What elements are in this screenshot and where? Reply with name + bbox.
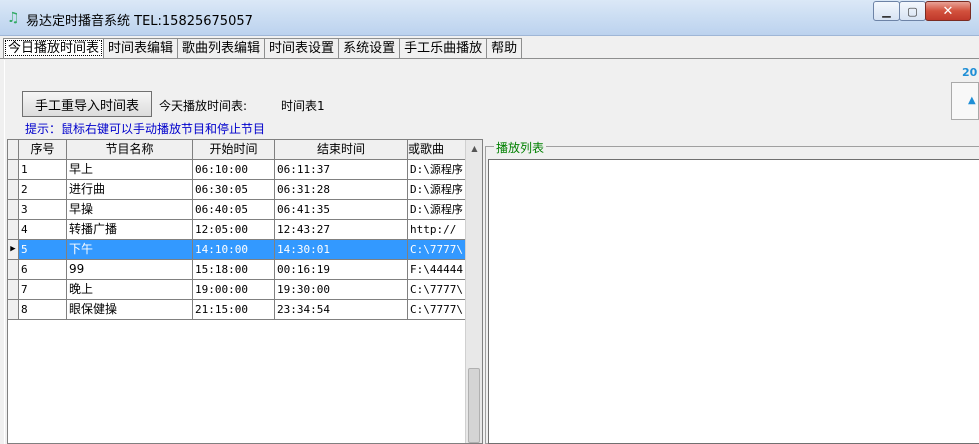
cell-number: 8 <box>19 300 67 320</box>
schedule-grid[interactable]: 序号 节目名称 开始时间 结束时间 或歌曲 1 早上 06:10:00 06:1… <box>7 139 483 444</box>
tab-help[interactable]: 帮助 <box>486 38 523 58</box>
cell-start: 06:30:05 <box>193 180 275 200</box>
cell-name: 早上 <box>67 160 193 180</box>
reimport-schedule-button[interactable]: 手工重导入时间表 <box>22 91 152 117</box>
maximize-icon: ▢ <box>907 4 918 18</box>
cell-start: 15:18:00 <box>193 260 275 280</box>
cell-end: 06:41:35 <box>275 200 408 220</box>
tab-bar: 今日播放时间表 时间表编辑 歌曲列表编辑 时间表设置 系统设置 手工乐曲播放 帮… <box>0 36 979 59</box>
table-row[interactable]: 6 99 15:18:00 00:16:19 F:\44444 <box>8 260 466 280</box>
table-row[interactable]: 4 转播广播 12:05:00 12:43:27 http:// <box>8 220 466 240</box>
cell-end: 23:34:54 <box>275 300 408 320</box>
tab-today-schedule[interactable]: 今日播放时间表 <box>3 38 105 58</box>
cell-path: D:\源程序 <box>408 160 466 180</box>
today-schedule-label: 今天播放时间表: <box>159 99 248 113</box>
cell-path: D:\源程序 <box>408 180 466 200</box>
cell-name: 进行曲 <box>67 180 193 200</box>
row-indicator <box>8 220 19 240</box>
arrow-up-icon: ▲ <box>968 95 976 106</box>
speaker-icon: ♫ <box>7 10 20 26</box>
cell-path: C:\7777\ <box>408 300 466 320</box>
cell-start: 19:00:00 <box>193 280 275 300</box>
grid-vertical-scrollbar[interactable]: ▲ <box>465 140 482 443</box>
row-indicator <box>8 300 19 320</box>
row-indicator <box>8 160 19 180</box>
column-header-end[interactable]: 结束时间 <box>275 140 408 160</box>
cell-start: 14:10:00 <box>193 240 275 260</box>
table-row[interactable]: 1 早上 06:10:00 06:11:37 D:\源程序 <box>8 160 466 180</box>
playlist-listbox[interactable] <box>488 159 979 444</box>
scrollbar-thumb[interactable] <box>468 368 480 443</box>
tab-manual-play[interactable]: 手工乐曲播放 <box>399 38 488 58</box>
table-row[interactable]: 7 晚上 19:00:00 19:30:00 C:\7777\ <box>8 280 466 300</box>
cell-path: F:\44444 <box>408 260 466 280</box>
corner-number: 20 <box>962 66 978 79</box>
tab-song-list-edit[interactable]: 歌曲列表编辑 <box>177 38 266 58</box>
window-controls: ▁ ▢ ✕ <box>873 1 971 21</box>
cell-end: 19:30:00 <box>275 280 408 300</box>
column-header-start[interactable]: 开始时间 <box>193 140 275 160</box>
minimize-icon: ▁ <box>882 4 891 18</box>
cell-path: http:// <box>408 220 466 240</box>
cell-name: 转播广播 <box>67 220 193 240</box>
cell-number: 7 <box>19 280 67 300</box>
cell-path: C:\7777\ <box>408 240 466 260</box>
hint-text: 提示：鼠标右键可以手动播放节目和停止节目 <box>25 122 266 136</box>
tab-system-settings[interactable]: 系统设置 <box>338 38 401 58</box>
maximize-button[interactable]: ▢ <box>899 1 926 21</box>
cell-number: 1 <box>19 160 67 180</box>
cell-start: 06:10:00 <box>193 160 275 180</box>
cell-number: 5 <box>19 240 67 260</box>
cell-start: 06:40:05 <box>193 200 275 220</box>
today-schedule-value: 时间表1 <box>281 99 325 113</box>
cell-number: 2 <box>19 180 67 200</box>
table-row[interactable]: 2 进行曲 06:30:05 06:31:28 D:\源程序 <box>8 180 466 200</box>
close-icon: ✕ <box>942 3 954 19</box>
row-indicator <box>8 180 19 200</box>
table-row-selected[interactable]: ▶ 5 下午 14:10:00 14:30:01 C:\7777\ <box>8 240 466 260</box>
cell-name: 眼保健操 <box>67 300 193 320</box>
cell-name: 晚上 <box>67 280 193 300</box>
scroll-up-icon[interactable]: ▲ <box>466 140 482 157</box>
cell-name: 99 <box>67 260 193 280</box>
cell-end: 06:11:37 <box>275 160 408 180</box>
cell-number: 4 <box>19 220 67 240</box>
row-indicator-header <box>8 140 19 160</box>
cell-end: 12:43:27 <box>275 220 408 240</box>
cell-number: 6 <box>19 260 67 280</box>
window-title: 易达定时播音系统 TEL:15825675057 <box>26 14 253 29</box>
column-header-path[interactable]: 或歌曲 <box>408 140 466 160</box>
cell-end: 14:30:01 <box>275 240 408 260</box>
close-button[interactable]: ✕ <box>925 1 971 21</box>
title-bar: ♫ 易达定时播音系统 TEL:15825675057 ▁ ▢ ✕ <box>0 0 979 36</box>
tab-schedule-edit[interactable]: 时间表编辑 <box>103 38 179 58</box>
column-header-number[interactable]: 序号 <box>19 140 67 160</box>
grid-header-row: 序号 节目名称 开始时间 结束时间 或歌曲 <box>8 140 466 160</box>
minimize-button[interactable]: ▁ <box>873 1 900 21</box>
cell-end: 00:16:19 <box>275 260 408 280</box>
cell-start: 12:05:00 <box>193 220 275 240</box>
cell-end: 06:31:28 <box>275 180 408 200</box>
table-row[interactable]: 8 眼保健操 21:15:00 23:34:54 C:\7777\ <box>8 300 466 320</box>
column-header-name[interactable]: 节目名称 <box>67 140 193 160</box>
row-pointer-icon: ▶ <box>8 240 19 260</box>
cell-number: 3 <box>19 200 67 220</box>
row-indicator <box>8 200 19 220</box>
table-row[interactable]: 3 早操 06:40:05 06:41:35 D:\源程序 <box>8 200 466 220</box>
cell-name: 早操 <box>67 200 193 220</box>
playlist-title: 播放列表 <box>494 139 547 156</box>
row-indicator <box>8 260 19 280</box>
cell-path: D:\源程序 <box>408 200 466 220</box>
row-indicator <box>8 280 19 300</box>
cell-path: C:\7777\ <box>408 280 466 300</box>
tab-schedule-settings[interactable]: 时间表设置 <box>264 38 340 58</box>
cell-start: 21:15:00 <box>193 300 275 320</box>
cell-name: 下午 <box>67 240 193 260</box>
